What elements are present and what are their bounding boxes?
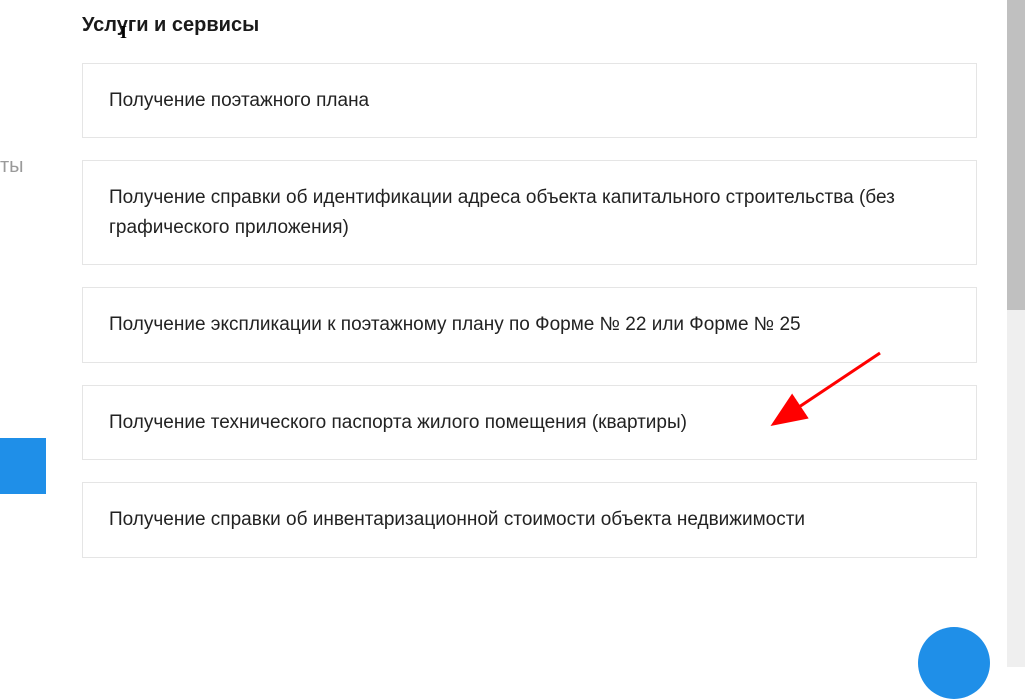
sidebar-active-indicator [0, 438, 46, 494]
sidebar-text: ты [0, 155, 24, 178]
service-item-floor-plan[interactable]: Получение поэтажного плана [82, 63, 977, 138]
heading-text: Услуги и сервисы [82, 14, 259, 36]
service-item-inventory-value[interactable]: Получение справки об инвентаризационной … [82, 482, 977, 557]
section-heading: Услуги и сервисы I [82, 14, 977, 37]
service-item-label: Получение поэтажного плана [109, 86, 950, 115]
scrollbar-thumb[interactable] [1007, 0, 1025, 310]
main-content: Услуги и сервисы I Получение поэтажного … [82, 0, 977, 558]
service-list: Получение поэтажного плана Получение спр… [82, 63, 977, 558]
service-item-label: Получение справки об идентификации адрес… [109, 183, 950, 242]
service-item-label: Получение экспликации к поэтажному плану… [109, 310, 950, 339]
service-item-address-identification[interactable]: Получение справки об идентификации адрес… [82, 160, 977, 265]
service-item-label: Получение технического паспорта жилого п… [109, 408, 950, 437]
service-item-explication[interactable]: Получение экспликации к поэтажному плану… [82, 287, 977, 362]
service-item-technical-passport[interactable]: Получение технического паспорта жилого п… [82, 385, 977, 460]
service-item-label: Получение справки об инвентаризационной … [109, 505, 950, 534]
floating-action-button[interactable] [918, 627, 990, 699]
sidebar-fragment: ты [0, 0, 30, 667]
